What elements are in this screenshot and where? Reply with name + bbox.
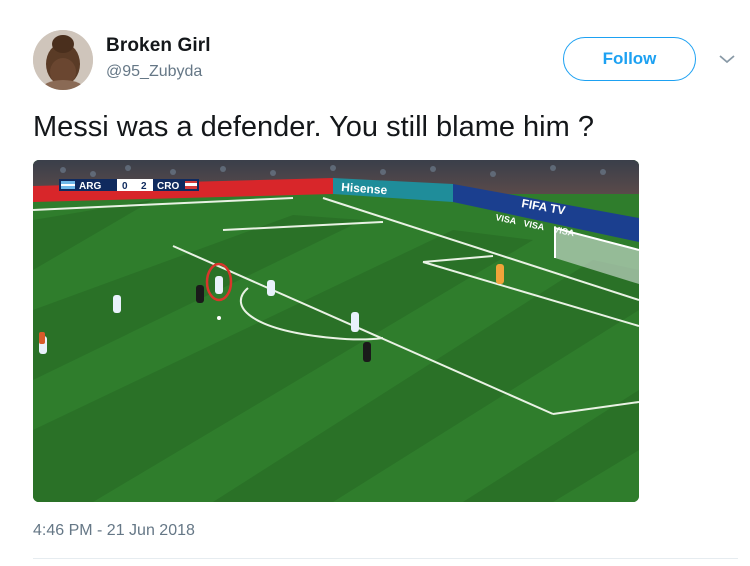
tweet-text: Messi was a defender. You still blame hi… <box>33 111 594 143</box>
match-scene: Hisense FIFA TV VISA VISA VISA <box>33 160 639 502</box>
chevron-down-icon[interactable] <box>718 53 736 65</box>
scoreboard-away-score: 2 <box>141 181 147 192</box>
tweet-timestamp[interactable]: 4:46 PM - 21 Jun 2018 <box>33 522 195 540</box>
user-handle[interactable]: @95_Zubyda <box>106 63 202 81</box>
follow-button[interactable]: Follow <box>563 37 696 81</box>
avatar[interactable] <box>33 30 93 90</box>
scoreboard-away-team: CRO <box>157 181 179 192</box>
scoreboard-home-team: ARG <box>79 181 101 192</box>
user-display-name[interactable]: Broken Girl <box>106 35 211 57</box>
tweet-media-image[interactable]: Hisense FIFA TV VISA VISA VISA <box>33 160 639 502</box>
scoreboard: ARG 0 2 CRO <box>59 179 199 192</box>
avatar-image <box>33 30 93 90</box>
scoreboard-home-score: 0 <box>122 181 128 192</box>
divider <box>33 558 738 559</box>
